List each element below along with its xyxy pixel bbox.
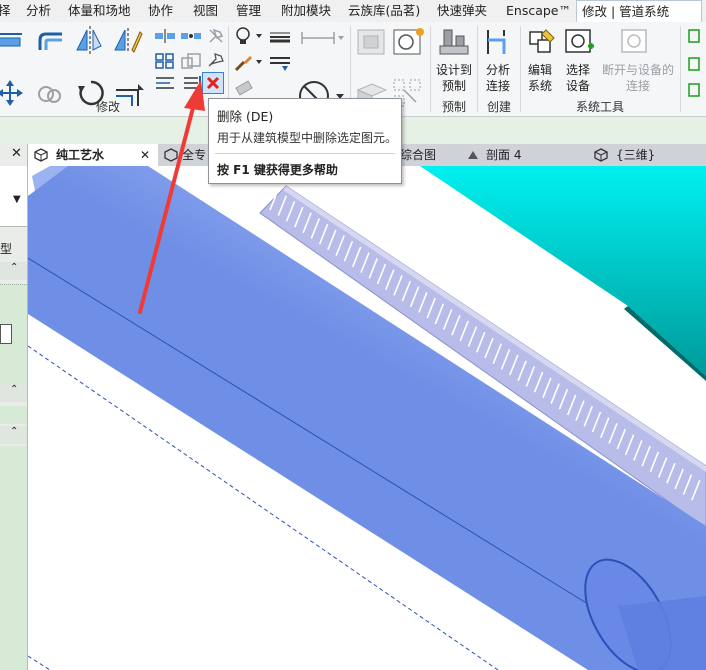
menu-tab-analyze[interactable]: 分析 xyxy=(26,0,51,22)
tab-view-all-disciplines[interactable]: 全专 xyxy=(158,144,208,166)
close-panel-icon[interactable]: ✕ xyxy=(11,146,22,161)
view-3d-icon xyxy=(594,148,608,162)
menu-tab-enscape[interactable]: Enscape™ xyxy=(506,0,571,22)
select-equipment-icon[interactable] xyxy=(564,26,596,58)
pin-icon[interactable] xyxy=(206,52,226,70)
lightbulb-icon[interactable] xyxy=(234,26,264,46)
checkbox-field[interactable] xyxy=(0,324,12,344)
tooltip-help-hint: 按 F1 键获得更多帮助 xyxy=(217,163,338,177)
unpin-icon[interactable] xyxy=(206,26,226,46)
create-parts-icon[interactable] xyxy=(356,26,388,58)
type-dropdown-icon[interactable]: ▼ xyxy=(13,194,21,205)
eraser-icon[interactable] xyxy=(234,78,254,98)
menu-tab-massing-site[interactable]: 体量和场地 xyxy=(68,0,131,22)
paintbrush-icon[interactable] xyxy=(234,52,264,72)
scale-icon[interactable] xyxy=(180,52,202,70)
view-3d-icon xyxy=(164,148,178,162)
split-element-icon[interactable] xyxy=(154,28,176,44)
linework-icon[interactable] xyxy=(268,30,292,44)
ribbon-tab-bar: 择 分析 体量和场地 协作 视图 管理 附加模块 云族库(品茗) 快速弹夹 En… xyxy=(0,0,706,22)
design-to-prefab-icon[interactable] xyxy=(438,26,470,58)
analyze-connections-button[interactable]: 分析 连接 xyxy=(486,62,510,94)
tab-view-3d-default[interactable]: {三维} xyxy=(590,144,700,166)
select-equipment-button[interactable]: 选择 设备 xyxy=(566,62,590,94)
move-icon[interactable] xyxy=(0,78,26,108)
measure-between-icon[interactable] xyxy=(298,30,346,46)
close-tab-icon[interactable]: ✕ xyxy=(140,144,150,166)
split-with-gap-icon[interactable] xyxy=(180,28,202,44)
tab-view-section-4[interactable]: 剖面 4 xyxy=(462,144,562,166)
menu-tab-select[interactable]: 择 xyxy=(0,0,11,22)
tooltip-description: 用于从建筑模型中删除选定图元。 xyxy=(217,131,398,145)
menu-tab-manage[interactable]: 管理 xyxy=(236,0,261,22)
view-3d-icon xyxy=(34,148,48,162)
menu-tab-cloud-library[interactable]: 云族库(品茗) xyxy=(348,0,420,22)
section-view-icon xyxy=(468,151,478,159)
type-label-fragment: 型 xyxy=(0,242,13,256)
mirror-pick-axis-icon[interactable] xyxy=(74,26,104,54)
mirror-draw-axis-icon[interactable] xyxy=(112,26,144,54)
tooltip-title: 删除 (DE) xyxy=(217,109,274,124)
edit-system-icon[interactable] xyxy=(526,26,558,58)
copy-icon[interactable] xyxy=(36,82,64,106)
disconnect-equipment-icon[interactable] xyxy=(620,26,652,58)
offset-icon[interactable] xyxy=(36,28,66,54)
panel-label-modify: 修改 xyxy=(96,100,121,114)
menu-tab-addins[interactable]: 附加模块 xyxy=(281,0,331,22)
3d-viewport[interactable] xyxy=(28,166,706,670)
join-geometry-icon[interactable] xyxy=(268,54,292,72)
properties-panel: ✕ ▼ 型 ⌃ ⌃ ⌃ xyxy=(0,144,28,670)
delete-tooltip: 删除 (DE) 用于从建筑模型中删除选定图元。 按 F1 键获得更多帮助 xyxy=(208,98,402,184)
menu-tab-view[interactable]: 视图 xyxy=(193,0,218,22)
more-tools-icon[interactable] xyxy=(686,28,704,108)
analyze-connections-icon[interactable] xyxy=(484,26,514,58)
align-icon[interactable] xyxy=(0,28,24,54)
menu-tab-quick-clip[interactable]: 快速弹夹 xyxy=(437,0,487,22)
menu-tab-collaborate[interactable]: 协作 xyxy=(148,0,173,22)
trim-extend-multiple-icon[interactable] xyxy=(180,74,202,92)
edit-system-button[interactable]: 编辑 系统 xyxy=(528,62,552,94)
tab-view-pure-process-water[interactable]: 纯工艺水 ✕ xyxy=(28,144,158,166)
collapse-chevron-icon[interactable]: ⌃ xyxy=(10,384,18,395)
collapse-chevron-icon[interactable]: ⌃ xyxy=(10,426,18,437)
panel-label-create: 创建 xyxy=(487,100,512,114)
create-group-icon[interactable] xyxy=(392,26,426,58)
panel-label-system-tools: 系统工具 xyxy=(576,100,625,114)
array-icon[interactable] xyxy=(154,52,176,70)
collapse-chevron-icon[interactable]: ⌃ xyxy=(10,262,18,273)
panel-label-prefab: 预制 xyxy=(442,100,467,114)
trim-extend-single-icon[interactable] xyxy=(154,74,176,92)
design-to-prefab-button[interactable]: 设计到 预制 xyxy=(436,62,472,94)
menu-tab-modify-piping-systems[interactable]: 修改 | 管道系统 xyxy=(576,0,702,22)
disconnect-equipment-button[interactable]: 断开与设备的 连接 xyxy=(602,62,674,94)
delete-icon[interactable] xyxy=(202,72,224,94)
